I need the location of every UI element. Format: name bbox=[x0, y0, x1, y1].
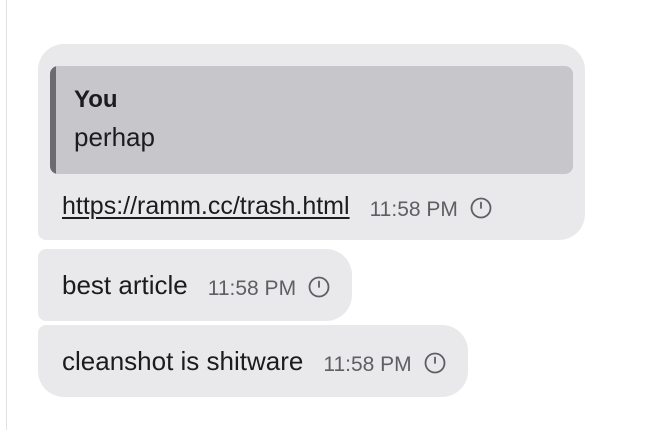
reply-text: perhap bbox=[74, 122, 155, 152]
clock-icon bbox=[470, 197, 492, 219]
message-link[interactable]: https://ramm.cc/trash.html bbox=[62, 192, 350, 221]
message-time: 11:58 PM bbox=[207, 277, 297, 300]
message-row-1: You perhap https://ramm.cc/trash.html 11… bbox=[38, 44, 638, 245]
pane-divider bbox=[0, 0, 7, 430]
message-content: cleanshot is shitware 11:58 PM bbox=[38, 325, 468, 397]
message-content: https://ramm.cc/trash.html 11:58 PM bbox=[62, 190, 492, 222]
message-bubble[interactable]: best article 11:58 PM bbox=[38, 249, 353, 321]
message-text: best article bbox=[62, 269, 188, 300]
message-row-3: cleanshot is shitware 11:58 PM bbox=[38, 321, 638, 397]
reply-author: You bbox=[74, 86, 118, 113]
reply-accent-bar bbox=[50, 66, 56, 174]
message-row-2: best article 11:58 PM bbox=[38, 245, 638, 321]
message-bubble[interactable]: cleanshot is shitware 11:58 PM bbox=[38, 325, 468, 397]
reply-quote[interactable]: You perhap bbox=[50, 66, 573, 174]
clock-icon bbox=[424, 352, 446, 374]
clock-icon bbox=[308, 276, 330, 298]
message-thread: You perhap https://ramm.cc/trash.html 11… bbox=[38, 44, 638, 397]
message-time: 11:58 PM bbox=[323, 353, 412, 376]
message-time: 11:58 PM bbox=[369, 198, 458, 221]
message-bubble[interactable]: You perhap https://ramm.cc/trash.html 11… bbox=[38, 44, 585, 240]
message-content: best article 11:58 PM bbox=[38, 249, 352, 321]
message-text: cleanshot is shitware bbox=[62, 345, 304, 376]
